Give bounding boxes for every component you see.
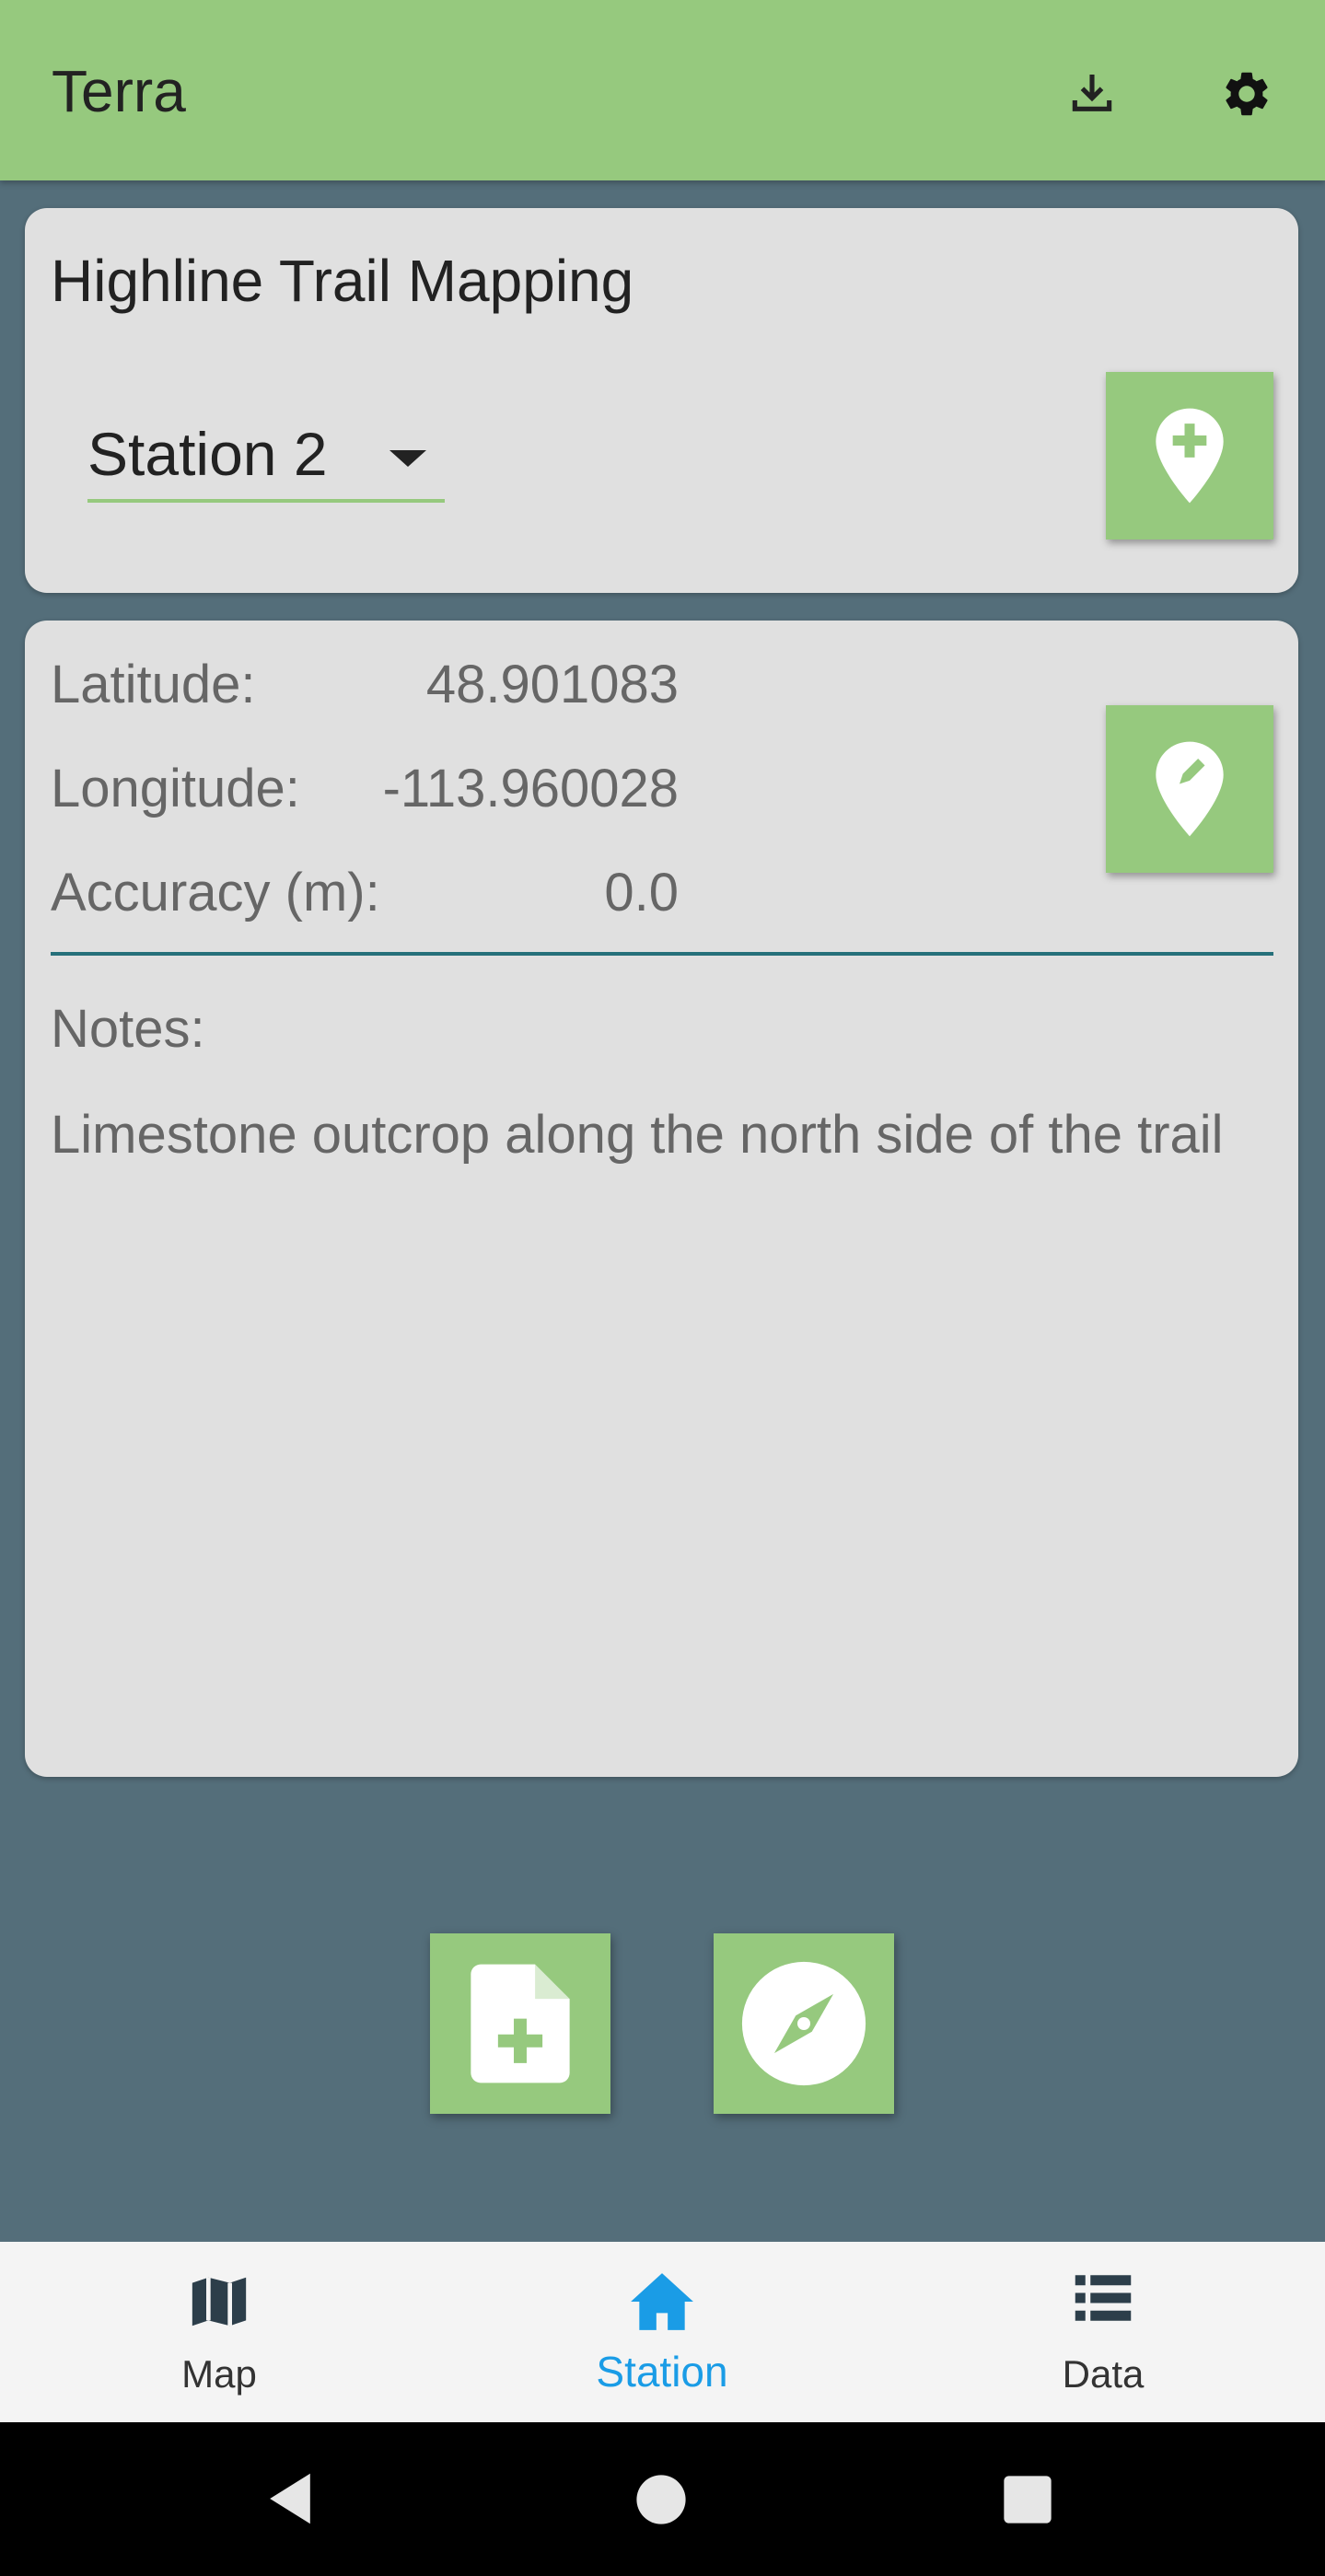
project-name: Highline Trail Mapping: [51, 248, 634, 314]
project-card: Highline Trail Mapping Station 2: [25, 208, 1298, 593]
back-icon[interactable]: [264, 2471, 316, 2526]
add-station-button[interactable]: [1106, 372, 1273, 540]
gear-icon[interactable]: [1212, 59, 1282, 129]
longitude-label: Longitude:: [51, 759, 300, 818]
nav-item-map[interactable]: Map: [81, 2242, 357, 2422]
notes-text[interactable]: Limestone outcrop along the north side o…: [51, 1101, 1266, 1168]
add-document-button[interactable]: [430, 1933, 610, 2114]
accuracy-value: 0.0: [604, 863, 679, 922]
compass-icon: [741, 1961, 866, 2086]
longitude-value: -113.960028: [382, 759, 679, 818]
map-icon: [192, 2277, 247, 2327]
add-location-icon: [1156, 408, 1224, 504]
bottom-nav: Map Station Data: [0, 2242, 1325, 2422]
add-document-icon: [471, 1964, 570, 2083]
notes-label: Notes:: [51, 999, 205, 1059]
compass-button[interactable]: [714, 1933, 894, 2114]
latitude-row: Latitude: 48.901083: [51, 654, 679, 715]
divider: [51, 952, 1273, 956]
recents-icon[interactable]: [1003, 2475, 1052, 2524]
app-title: Terra: [52, 58, 186, 124]
station-dropdown[interactable]: Station 2: [87, 409, 445, 503]
station-selected-value: Station 2: [87, 420, 328, 488]
nav-label-station: Station: [596, 2348, 728, 2396]
list-icon: [1075, 2275, 1132, 2321]
accuracy-row: Accuracy (m): 0.0: [51, 862, 679, 923]
accuracy-label: Accuracy (m):: [51, 863, 380, 922]
nav-item-station[interactable]: Station: [524, 2242, 800, 2422]
location-card: Latitude: 48.901083 Longitude: -113.9600…: [25, 621, 1298, 1777]
edit-location-icon: [1156, 741, 1224, 837]
longitude-row: Longitude: -113.960028: [51, 758, 679, 819]
chevron-down-icon: [389, 450, 426, 467]
latitude-label: Latitude:: [51, 655, 256, 714]
home-icon: [631, 2273, 693, 2330]
nav-item-data[interactable]: Data: [965, 2242, 1241, 2422]
edit-location-button[interactable]: [1106, 705, 1273, 873]
home-circle-icon[interactable]: [635, 2474, 687, 2525]
nav-label-data: Data: [1062, 2352, 1145, 2396]
download-icon[interactable]: [1057, 59, 1127, 129]
system-nav-bar: [0, 2422, 1325, 2576]
latitude-value: 48.901083: [425, 655, 679, 714]
app-bar: Terra: [0, 0, 1325, 180]
nav-label-map: Map: [181, 2352, 257, 2396]
